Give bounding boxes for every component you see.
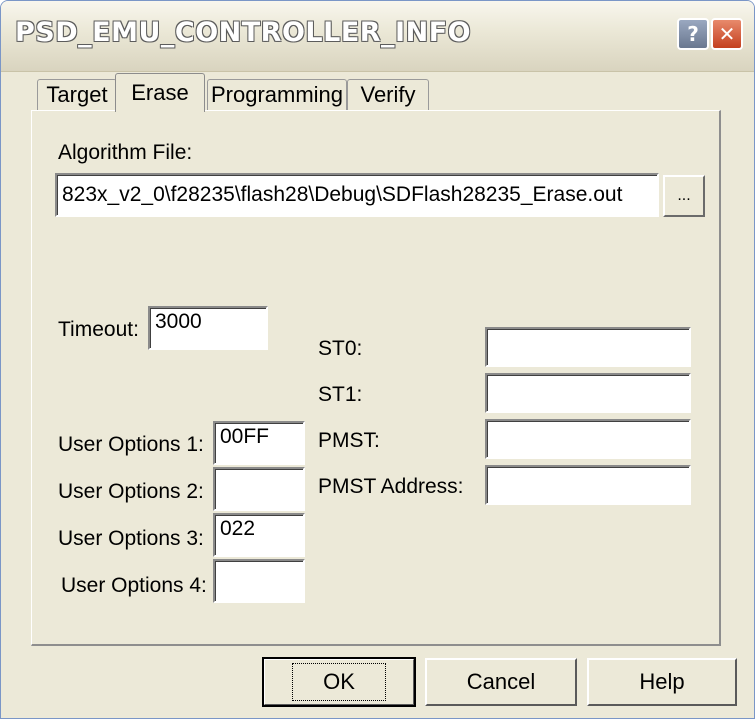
tab-erase[interactable]: Erase <box>115 73 205 112</box>
user-options-2-label: User Options 2: <box>58 480 204 503</box>
algorithm-file-label: Algorithm File: <box>58 141 193 164</box>
pmst-address-input[interactable] <box>485 465 691 505</box>
pmst-input[interactable] <box>485 419 691 459</box>
window-title: PSD_EMU_CONTROLLER_INFO <box>15 17 472 48</box>
user-options-4-label: User Options 4: <box>61 574 207 597</box>
user-options-1-input[interactable]: 00FF <box>213 421 305 465</box>
ok-button[interactable]: OK <box>262 657 416 707</box>
timeout-label: Timeout: <box>58 318 139 341</box>
pmst-address-label: PMST Address: <box>318 475 464 498</box>
help-button[interactable]: Help <box>587 658 737 706</box>
title-bar: PSD_EMU_CONTROLLER_INFO ? ✕ <box>1 1 754 72</box>
close-icon: ✕ <box>718 22 736 46</box>
timeout-input[interactable]: 3000 <box>148 306 268 350</box>
pmst-label: PMST: <box>318 429 380 452</box>
ellipsis-icon: ... <box>677 187 691 204</box>
user-options-1-label: User Options 1: <box>58 433 204 456</box>
st0-input[interactable] <box>485 327 691 367</box>
user-options-4-input[interactable] <box>213 559 305 603</box>
close-button[interactable]: ✕ <box>711 18 743 50</box>
user-options-3-label: User Options 3: <box>58 527 204 550</box>
algorithm-file-input[interactable]: 823x_v2_0\f28235\flash28\Debug\SDFlash28… <box>55 173 659 217</box>
tab-target[interactable]: Target <box>37 79 117 110</box>
st1-label: ST1: <box>318 383 363 406</box>
question-icon: ? <box>687 22 699 46</box>
st0-label: ST0: <box>318 337 363 360</box>
dialog-window: PSD_EMU_CONTROLLER_INFO ? ✕ Target Erase… <box>0 0 755 719</box>
tab-verify[interactable]: Verify <box>347 79 429 110</box>
user-options-3-input[interactable]: 022 <box>213 513 305 557</box>
help-title-button[interactable]: ? <box>677 18 709 50</box>
st1-input[interactable] <box>485 373 691 413</box>
cancel-button[interactable]: Cancel <box>425 658 577 706</box>
browse-button[interactable]: ... <box>663 175 705 217</box>
user-options-2-input[interactable] <box>213 467 305 511</box>
tab-programming[interactable]: Programming <box>207 79 347 110</box>
ok-label: OK <box>292 663 386 701</box>
